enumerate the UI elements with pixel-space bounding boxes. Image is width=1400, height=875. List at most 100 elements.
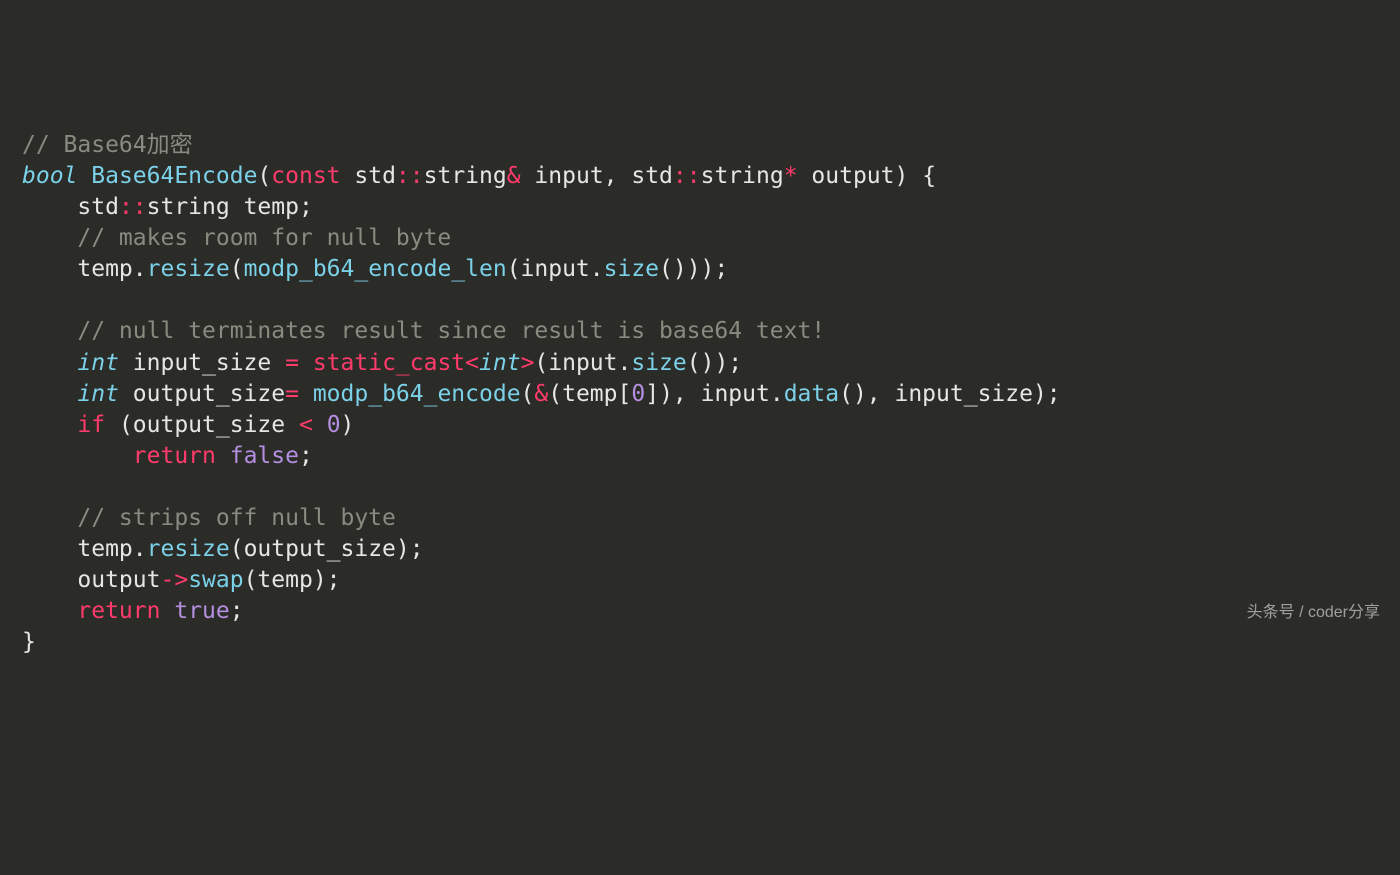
code-token-punct: ) — [341, 412, 355, 438]
code-line: int output_size= modp_b64_encode(&(temp[… — [22, 379, 1380, 410]
code-token-func: Base64Encode — [91, 163, 257, 189]
code-token-ident: (output_size — [105, 412, 299, 438]
code-token-const: true — [174, 598, 229, 624]
code-token-ident — [77, 163, 91, 189]
code-token-number: 0 — [631, 381, 645, 407]
code-token-ident: input, std — [521, 163, 673, 189]
code-line: int input_size = static_cast<int>(input.… — [22, 348, 1380, 379]
code-token-func: data — [784, 381, 839, 407]
code-token-punct: ) { — [895, 163, 937, 189]
code-token-keyword: const — [271, 163, 340, 189]
code-line: // makes room for null byte — [22, 223, 1380, 254]
code-line: return true; — [22, 596, 1380, 627]
code-token-ident — [160, 598, 174, 624]
code-token-comment: // strips off null byte — [77, 505, 396, 531]
code-token-ident — [299, 381, 313, 407]
code-token-func: resize — [147, 536, 230, 562]
code-token-ident: std — [341, 163, 396, 189]
code-token-op: * — [784, 163, 798, 189]
code-token-punct: ( — [521, 381, 535, 407]
code-token-op: < — [299, 412, 313, 438]
code-line: temp.resize(modp_b64_encode_len(input.si… — [22, 254, 1380, 285]
code-line: if (output_size < 0) — [22, 410, 1380, 441]
code-token-ident: output_size — [119, 381, 285, 407]
code-token-ident — [22, 443, 133, 469]
code-token-punct: } — [22, 629, 36, 655]
code-line: // Base64加密 — [22, 130, 1380, 161]
code-token-op: :: — [396, 163, 424, 189]
code-token-ident — [22, 412, 77, 438]
code-token-op: > — [521, 350, 535, 376]
code-token-ident — [22, 381, 77, 407]
code-token-func: swap — [188, 567, 243, 593]
code-token-ident — [313, 412, 327, 438]
code-line: return false; — [22, 441, 1380, 472]
code-token-ident: temp. — [22, 536, 147, 562]
code-token-ident — [22, 505, 77, 531]
code-line: // null terminates result since result i… — [22, 316, 1380, 347]
code-block: // Base64加密bool Base64Encode(const std::… — [22, 130, 1380, 658]
code-token-func: modp_b64_encode — [313, 381, 521, 407]
code-token-comment: // makes room for null byte — [77, 225, 451, 251]
code-token-keyword: static_cast — [313, 350, 465, 376]
code-token-func: modp_b64_encode_len — [244, 256, 507, 282]
code-token-punct: (input. — [534, 350, 631, 376]
code-token-op: & — [534, 381, 548, 407]
code-token-comment: // null terminates result since result i… — [77, 318, 825, 344]
code-token-number: 0 — [327, 412, 341, 438]
code-token-type: bool — [22, 163, 77, 189]
code-line: // strips off null byte — [22, 503, 1380, 534]
code-token-ident — [22, 318, 77, 344]
code-token-punct: ( — [257, 163, 271, 189]
code-token-ident: string temp; — [147, 194, 313, 220]
code-token-ident: input_size — [119, 350, 285, 376]
code-token-type: int — [77, 381, 119, 407]
code-token-op: :: — [673, 163, 701, 189]
code-token-punct: ( — [230, 256, 244, 282]
code-token-punct: ()); — [687, 350, 742, 376]
code-token-ident: string — [424, 163, 507, 189]
code-token-keyword: return — [133, 443, 216, 469]
code-token-keyword: return — [77, 598, 160, 624]
watermark-text: 头条号 / coder分享 — [1247, 602, 1380, 624]
code-token-ident: temp. — [22, 256, 147, 282]
code-token-punct: (input. — [507, 256, 604, 282]
code-line: } — [22, 627, 1380, 658]
code-token-type: int — [479, 350, 521, 376]
code-token-ident — [216, 443, 230, 469]
code-token-punct: ; — [299, 443, 313, 469]
code-token-punct: (), input_size); — [839, 381, 1061, 407]
code-token-op: & — [507, 163, 521, 189]
code-token-ident — [22, 225, 77, 251]
code-token-ident — [22, 598, 77, 624]
code-token-ident: std — [22, 194, 119, 220]
code-token-op: < — [465, 350, 479, 376]
code-token-ident — [299, 350, 313, 376]
code-token-func: size — [631, 350, 686, 376]
code-token-punct: (output_size); — [230, 536, 424, 562]
code-token-keyword: if — [77, 412, 105, 438]
code-line — [22, 472, 1380, 503]
code-token-punct: ]), input. — [645, 381, 783, 407]
code-line: temp.resize(output_size); — [22, 534, 1380, 565]
code-token-punct: ())); — [659, 256, 728, 282]
code-token-func: resize — [147, 256, 230, 282]
code-token-op: = — [285, 381, 299, 407]
code-token-ident: output — [798, 163, 895, 189]
code-token-ident: output — [22, 567, 160, 593]
code-token-punct: (temp); — [244, 567, 341, 593]
code-token-op: :: — [119, 194, 147, 220]
code-token-ident — [22, 350, 77, 376]
code-token-op: = — [285, 350, 299, 376]
code-token-ident: string — [701, 163, 784, 189]
code-line — [22, 285, 1380, 316]
code-token-const: false — [230, 443, 299, 469]
code-token-type: int — [77, 350, 119, 376]
code-token-comment: // Base64加密 — [22, 132, 193, 158]
code-line: std::string temp; — [22, 192, 1380, 223]
code-line: bool Base64Encode(const std::string& inp… — [22, 161, 1380, 192]
code-token-punct: ; — [230, 598, 244, 624]
code-token-punct: (temp[ — [548, 381, 631, 407]
code-line: output->swap(temp); — [22, 565, 1380, 596]
code-token-op: -> — [160, 567, 188, 593]
